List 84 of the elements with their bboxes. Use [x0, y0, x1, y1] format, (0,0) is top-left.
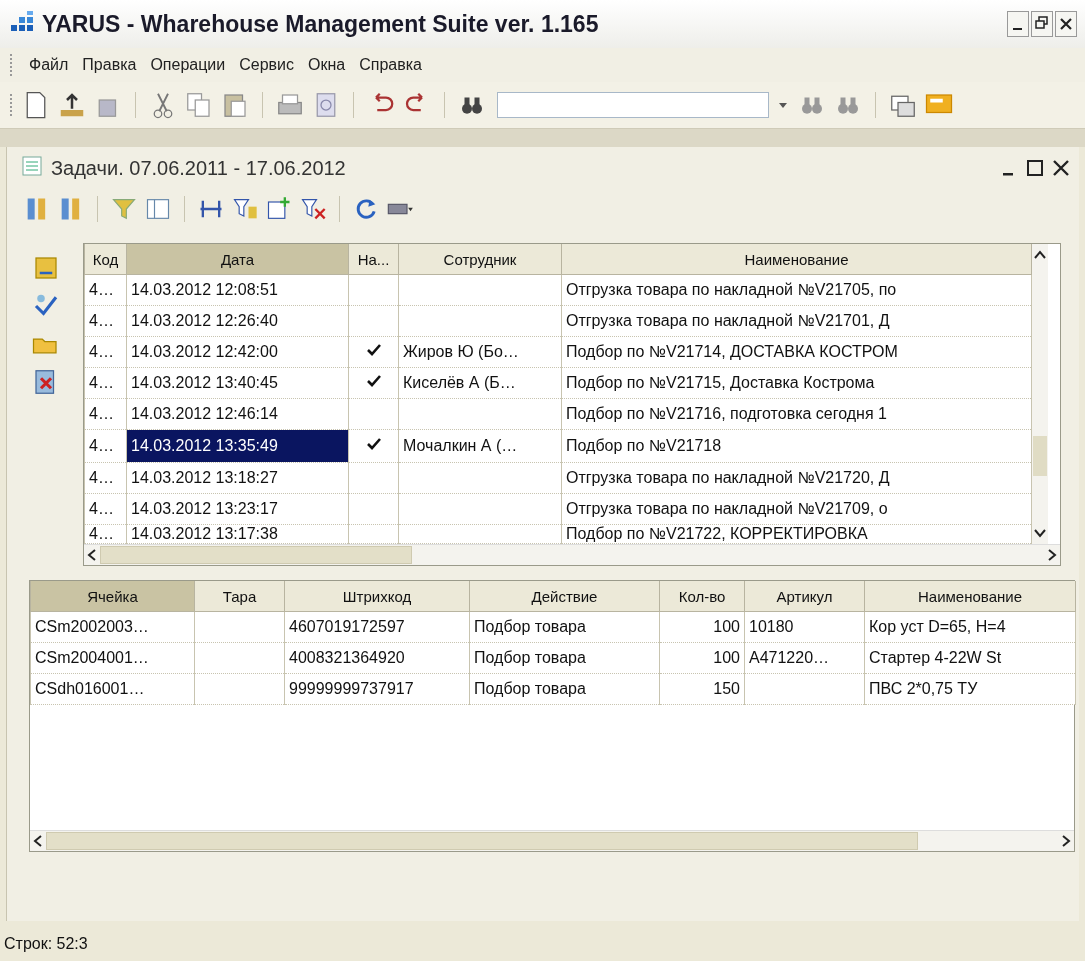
- table-cell: Мочалкин А (…: [398, 429, 562, 463]
- menu-item[interactable]: Операции: [150, 56, 226, 74]
- menu-item[interactable]: Файл: [29, 56, 69, 74]
- table-cell[interactable]: 14.03.2012 12:42:00: [126, 336, 349, 368]
- column-header[interactable]: Штрихкод: [284, 581, 470, 612]
- table-cell[interactable]: 14.03.2012 13:18:27: [126, 462, 349, 494]
- table-cell: A471220…: [744, 642, 865, 674]
- table-cell: Отгрузка товара по накладной №V21705, по: [561, 274, 1032, 306]
- table-cell: 4607019172597: [284, 611, 470, 643]
- table-cell[interactable]: 14.03.2012 13:23:17: [126, 493, 349, 525]
- table-cell: ПВС 2*0,75 ТУ: [864, 673, 1076, 705]
- table-cell: Подбор по №V21718: [561, 429, 1032, 463]
- menu-item[interactable]: Справка: [359, 56, 422, 74]
- table-cell: 4008321364920: [284, 642, 470, 674]
- scroll-down-icon[interactable]: [1034, 528, 1046, 538]
- table-cell: Отгрузка товара по накладной №V21701, Д: [561, 305, 1032, 337]
- column-header[interactable]: Дата: [126, 244, 349, 275]
- scroll-right-icon[interactable]: [1061, 835, 1071, 847]
- minimize-button[interactable]: [1007, 11, 1029, 37]
- column-header[interactable]: Действие: [469, 581, 660, 612]
- table-cell: CSm2004001…: [30, 642, 195, 674]
- table-cell[interactable]: 14.03.2012 13:17:38: [126, 524, 349, 544]
- table-cell: Подбор по №V21715, Доставка Кострома: [561, 367, 1032, 399]
- table-cell: Подбор товара: [469, 642, 660, 674]
- list-icon: [21, 155, 43, 177]
- menu-item[interactable]: Сервис: [239, 56, 295, 74]
- restore-button[interactable]: [1031, 11, 1053, 37]
- column-header[interactable]: Сотрудник: [398, 244, 562, 275]
- table-cell: CSm2002003…: [30, 611, 195, 643]
- table-cell: 4…: [84, 398, 127, 430]
- app-logo-icon: [10, 11, 36, 33]
- column-header[interactable]: Код: [84, 244, 127, 275]
- horizontal-scrollbar[interactable]: [30, 830, 1074, 851]
- table-cell: CSdh016001…: [30, 673, 195, 705]
- table-cell: 4…: [84, 274, 127, 306]
- menu-item[interactable]: Правка: [82, 56, 137, 74]
- scroll-right-icon[interactable]: [1047, 549, 1057, 561]
- table-cell: 99999999737917: [284, 673, 470, 705]
- column-header[interactable]: Наименование: [864, 581, 1076, 612]
- table-cell: 4…: [84, 429, 127, 463]
- close-button[interactable]: [1055, 11, 1077, 37]
- scroll-left-icon[interactable]: [33, 835, 43, 847]
- table-cell: Отгрузка товара по накладной №V21720, Д: [561, 462, 1032, 494]
- table-cell: 4…: [84, 493, 127, 525]
- table-cell: 150: [659, 673, 745, 705]
- table-cell: 4…: [84, 336, 127, 368]
- column-header[interactable]: Тара: [194, 581, 285, 612]
- scrollbar-thumb[interactable]: [1033, 436, 1047, 476]
- table-cell: 4…: [84, 524, 127, 544]
- table-cell: 4…: [84, 305, 127, 337]
- table-cell: 100: [659, 642, 745, 674]
- table-cell: Кор уст D=65, H=4: [864, 611, 1076, 643]
- window-title: YARUS - Wharehouse Management Suite ver. 1.165: [42, 10, 599, 38]
- column-header[interactable]: Наименование: [561, 244, 1032, 275]
- table-cell: 4…: [84, 367, 127, 399]
- table-cell: Подбор товара: [469, 611, 660, 643]
- table-cell[interactable]: 14.03.2012 12:08:51: [126, 274, 349, 306]
- column-header[interactable]: На...: [348, 244, 399, 275]
- table-cell: Подбор товара: [469, 673, 660, 705]
- horizontal-scrollbar[interactable]: [84, 544, 1060, 565]
- table-cell: 10180: [744, 611, 865, 643]
- table-cell: 4…: [84, 462, 127, 494]
- table-cell: Подбор по №V21716, подготовка сегодня 1: [561, 398, 1032, 430]
- table-cell: Киселёв А (Б…: [398, 367, 562, 399]
- search-field[interactable]: [497, 92, 769, 118]
- table-cell[interactable]: 14.03.2012 12:26:40: [126, 305, 349, 337]
- table-cell: Стартер 4-22W St: [864, 642, 1076, 674]
- column-header[interactable]: Кол-во: [659, 581, 745, 612]
- scroll-left-icon[interactable]: [87, 549, 97, 561]
- table-cell: Подбор по №V21722, КОРРЕКТИРОВКА: [561, 524, 1032, 544]
- table-cell: Отгрузка товара по накладной №V21709, о: [561, 493, 1032, 525]
- table-cell: Подбор по №V21714, ДОСТАВКА КОСТРОМ: [561, 336, 1032, 368]
- table-cell[interactable]: 14.03.2012 13:40:45: [126, 367, 349, 399]
- scroll-up-icon[interactable]: [1034, 250, 1046, 260]
- menu-item[interactable]: Окна: [308, 56, 346, 74]
- row-count: Строк: 52:3: [4, 935, 88, 953]
- table-cell[interactable]: 14.03.2012 13:35:49: [126, 429, 349, 463]
- document-title: Задачи. 07.06.2011 - 17.06.2012: [51, 156, 346, 180]
- table-cell: 100: [659, 611, 745, 643]
- table-cell: Жиров Ю (Бо…: [398, 336, 562, 368]
- vertical-scrollbar[interactable]: [1032, 244, 1048, 544]
- table-cell[interactable]: 14.03.2012 12:46:14: [126, 398, 349, 430]
- column-header[interactable]: Ячейка: [30, 581, 195, 612]
- column-header[interactable]: Артикул: [744, 581, 865, 612]
